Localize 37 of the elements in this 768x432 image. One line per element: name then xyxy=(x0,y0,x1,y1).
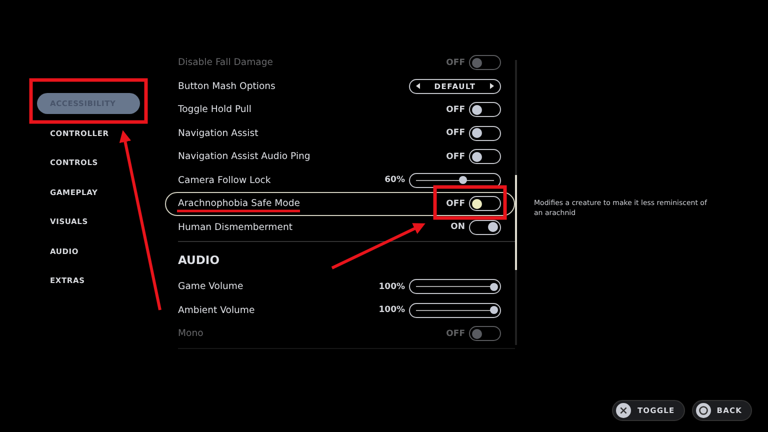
setting-label: Disable Fall Damage xyxy=(178,57,274,68)
toggle-switch[interactable] xyxy=(469,326,501,342)
setting-label: Navigation Assist Audio Ping xyxy=(178,151,312,162)
selected-setting-row[interactable]: Arachnophobia Safe Mode OFF xyxy=(165,192,515,216)
toggle-switch[interactable] xyxy=(469,126,501,141)
setting-label: Human Dismemberment xyxy=(178,222,294,233)
toggle-value: OFF xyxy=(446,152,465,162)
toggle-switch[interactable] xyxy=(469,149,501,164)
slider[interactable] xyxy=(409,172,501,188)
toggle-value: OFF xyxy=(446,328,465,339)
setting-label: Ambient Volume xyxy=(178,304,256,316)
toggle-value: OFF xyxy=(446,104,465,115)
toggle-switch[interactable] xyxy=(469,55,501,70)
setting-label: Navigation Assist xyxy=(178,128,260,139)
right-arrow-icon xyxy=(488,82,496,90)
toggle-value: OFF xyxy=(446,128,465,138)
setting-label: Game Volume xyxy=(178,281,244,292)
setting-label: Camera Follow Lock xyxy=(178,174,272,186)
setting-label: Toggle Hold Pull xyxy=(178,104,252,116)
slider[interactable] xyxy=(409,279,501,294)
toggle-value: OFF xyxy=(446,198,465,209)
slider-value: 100% xyxy=(378,305,405,316)
setting-label: Mono xyxy=(178,328,204,340)
circle-icon xyxy=(696,403,711,418)
setting-label: Arachnophobia Safe Mode xyxy=(178,198,301,210)
slider[interactable] xyxy=(409,302,501,318)
section-heading: AUDIO xyxy=(178,253,220,267)
toggle-switch[interactable] xyxy=(469,196,501,212)
toggle-switch[interactable] xyxy=(469,102,501,118)
slider-value: 60% xyxy=(384,175,405,186)
toggle-value: OFF xyxy=(446,58,465,68)
left-arrow-icon xyxy=(414,82,422,90)
toggle-switch[interactable] xyxy=(469,220,501,235)
setting-label: Button Mash Options xyxy=(178,80,276,92)
toggle-value: ON xyxy=(450,222,465,232)
slider-value: 100% xyxy=(378,282,405,292)
cross-icon xyxy=(616,403,632,418)
